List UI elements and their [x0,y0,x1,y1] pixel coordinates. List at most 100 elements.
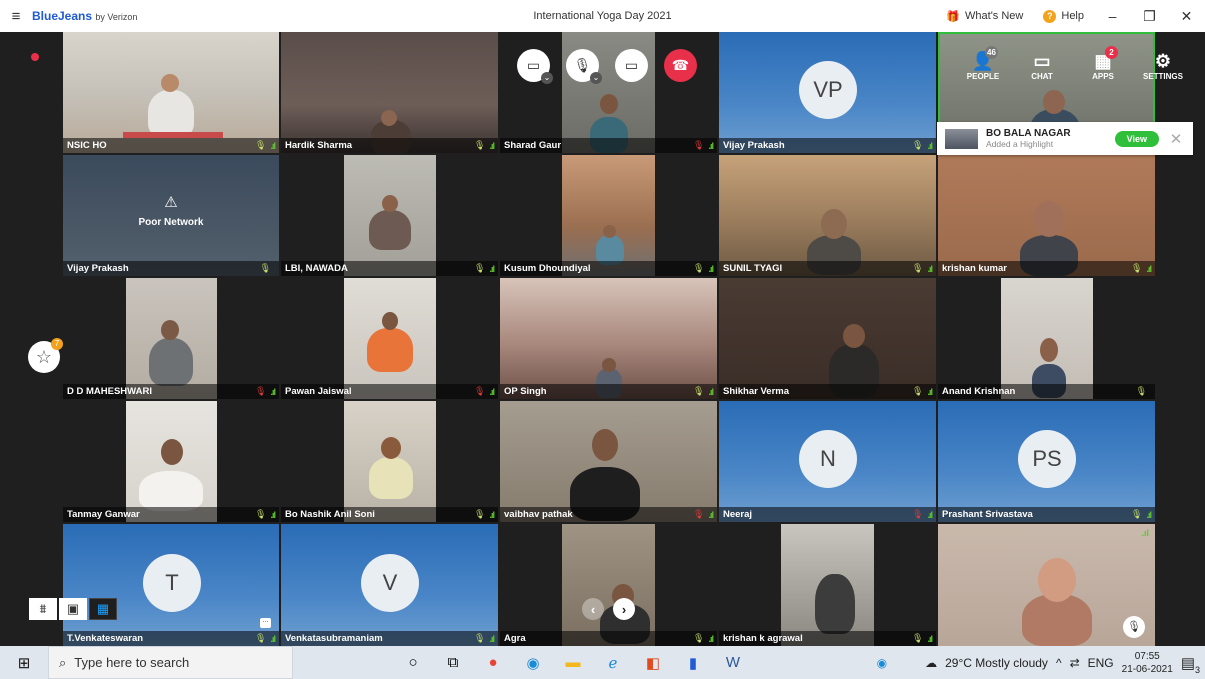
people-layout-icon[interactable]: ▣ [59,598,87,620]
signal-icon: .ıl [270,509,275,520]
word-icon[interactable]: W [713,654,753,671]
bluejeans-tray-icon[interactable]: ◉ [877,656,887,670]
hamburger-menu-icon[interactable]: ≡ [0,8,32,25]
help-button[interactable]: ? Help [1033,9,1094,23]
participant-name: SUNIL TYAGI [723,263,783,274]
participant-name: Bo Nashik Anil Soni [285,509,375,520]
minimize-button[interactable]: – [1094,8,1131,24]
mic-muted-icon: 🎙 [474,386,486,396]
participant-tile[interactable]: SUNIL TYAGI 🎙 .ıl [719,155,936,276]
file-explorer-icon[interactable]: ▬ [553,654,593,671]
participant-tile[interactable]: PS Prashant Srivastava 🎙 .ıl [938,401,1155,522]
participant-tile[interactable]: Shikhar Verma 🎙 .ıl [719,278,936,399]
participant-tile[interactable]: krishan kumar 🎙 .ıl [938,155,1155,276]
self-mic-icon[interactable]: 🎙 [1123,616,1145,638]
signal-icon: .ıl [708,386,713,397]
mic-on-icon: 🎙 [693,633,705,643]
video-toggle-button[interactable]: ▭ ⌄ [517,49,553,84]
previous-page-button[interactable]: ‹ [582,598,604,620]
participant-tile[interactable]: Agra 🎙 .ıl [500,524,717,646]
chrome-icon[interactable]: ● [473,654,513,671]
participant-tile[interactable]: Hardik Sharma 🎙 .ıl [281,32,498,153]
view-highlight-button[interactable]: View [1114,130,1159,147]
chevron-up-icon[interactable]: ^ [1056,656,1062,670]
next-page-button[interactable]: › [613,598,635,620]
self-view-tile[interactable]: 🎙 .ıl [938,524,1155,646]
highlights-button[interactable]: ☆ 7 [28,338,63,373]
network-icon[interactable]: ⇄ [1070,656,1080,670]
signal-icon: .ıl [489,633,494,644]
participant-avatar: N [799,430,857,488]
participant-avatar: VP [799,61,857,119]
mic-on-icon: 🎙 [1135,386,1147,396]
task-view-icon[interactable]: ⧉ [433,654,473,671]
leave-call-button[interactable]: ☎ [664,49,697,82]
signal-icon: .ıl [489,509,494,520]
participant-tile[interactable]: Bo Nashik Anil Soni 🎙 .ıl [281,401,498,522]
mic-on-icon: 🎙 [474,509,486,519]
participant-tile[interactable]: vaibhav pathak 🎙 .ıl [500,401,717,522]
participant-tile[interactable]: V Venkatasubramaniam 🎙 .ıl [281,524,498,646]
participant-tile[interactable]: krishan k agrawal 🎙 .ıl [719,524,936,646]
participant-tile[interactable]: LBI, NAWADA 🎙 .ıl [281,155,498,276]
close-window-button[interactable]: ✕ [1168,8,1205,25]
signal-icon: .ıl [270,633,275,644]
notification-icon[interactable]: ▤ 3 [1181,654,1200,675]
chat-icon: ▭ [1033,51,1051,71]
signal-icon: .ıl [708,140,713,151]
signal-icon: .ıl [489,140,494,151]
restore-button[interactable]: ❐ [1131,8,1168,25]
chat-button[interactable]: ▭ CHAT [1021,50,1063,81]
cortana-icon[interactable]: ○ [393,654,433,671]
mic-muted-icon: 🎙 [912,509,924,519]
gallery-layout-icon[interactable]: ▦ [89,598,117,620]
participant-name: vaibhav pathak [504,509,573,520]
people-button[interactable]: 👤 46 PEOPLE [962,46,1004,81]
participant-avatar: PS [1018,430,1076,488]
participant-tile[interactable]: OP Singh 🎙 .ıl [500,278,717,399]
participant-tile[interactable]: Anand Krishnan 🎙 [938,278,1155,399]
chevron-down-icon[interactable]: ⌄ [541,72,553,84]
bluejeans-taskbar-icon[interactable]: ▮ [673,654,713,672]
participant-tile[interactable]: D D MAHESHWARI 🎙 .ıl [63,278,279,399]
internet-explorer-icon[interactable]: ℯ [593,654,633,672]
highlights-badge: 7 [51,338,63,350]
apps-count-badge: 2 [1105,46,1118,59]
signal-icon: .ıl [927,509,932,520]
title-bar: ≡ BlueJeans by Verizon International Yog… [0,0,1205,32]
speaker-layout-icon[interactable]: ⩩ [29,598,57,620]
participant-tile[interactable]: N Neeraj 🎙 .ıl [719,401,936,522]
apps-button[interactable]: ▦ 2 APPS [1082,46,1124,81]
participant-tile[interactable]: Pawan Jaiswal 🎙 .ıl [281,278,498,399]
weather-text[interactable]: 29°C Mostly cloudy [945,656,1048,670]
taskbar-search[interactable]: ⌕ Type here to search [48,646,293,679]
participant-name: Tanmay Ganwar [67,509,140,520]
participant-tile[interactable]: Tanmay Ganwar 🎙 .ıl [63,401,279,522]
mic-on-icon: 🎙 [1131,263,1143,273]
settings-button[interactable]: ⚙ SETTINGS [1142,50,1184,81]
close-icon[interactable]: ✕ [1159,130,1193,148]
clock[interactable]: 07:55 21-06-2021 [1122,650,1173,676]
participant-tile[interactable]: NSIC HO 🎙 .ıl [63,32,279,153]
participant-avatar: V [361,554,419,612]
participant-name: Neeraj [723,509,753,520]
edge-icon[interactable]: ◉ [513,654,553,672]
screen-share-button[interactable]: ▭ [615,49,648,82]
whats-new-button[interactable]: 🎁 What's New [936,10,1033,23]
camera-icon: ▭ [526,57,541,73]
participant-name: LBI, NAWADA [285,263,348,274]
participant-name: T.Venkateswaran [67,633,144,644]
mic-on-icon: 🎙 [474,263,486,273]
participant-name: Agra [504,633,526,644]
language-indicator[interactable]: ENG [1088,656,1114,670]
monitor-icon: ▭ [624,57,639,73]
windows-start-icon[interactable]: ⊞ [0,654,48,672]
highlight-subtitle: Added a Highlight [986,139,1054,149]
participant-tile[interactable]: Kusum Dhoundiyal 🎙 .ıl [500,155,717,276]
participant-tile[interactable]: VP Vijay Prakash 🎙 .ıl [719,32,936,153]
chevron-down-icon[interactable]: ⌄ [590,72,602,84]
participant-tile[interactable]: ⚠ Poor Network Vijay Prakash 🎙 [63,155,279,276]
office-icon[interactable]: ◧ [633,654,673,672]
mic-toggle-button[interactable]: 🎙 ⌄ [566,49,602,84]
participant-tile[interactable]: T ... T.Venkateswaran 🎙 .ıl [63,524,279,646]
